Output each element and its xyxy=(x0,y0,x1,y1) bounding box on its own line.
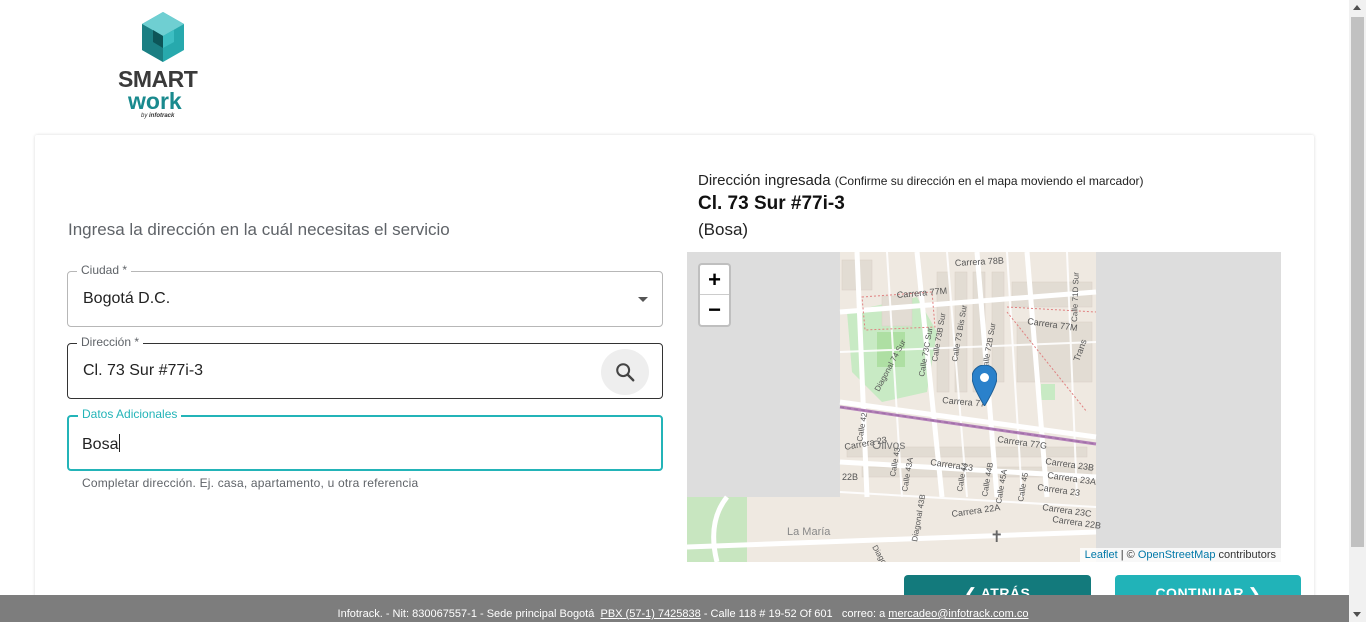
dropdown-arrow-icon[interactable] xyxy=(638,297,648,302)
address-heading: Dirección ingresada (Confirme su direcci… xyxy=(698,172,1144,189)
zoom-in-button[interactable]: + xyxy=(700,265,729,295)
entered-address: Cl. 73 Sur #77i-3 xyxy=(698,193,845,214)
city-value: Bogotá D.C. xyxy=(83,290,171,307)
text-caret xyxy=(119,434,121,452)
scrollbar-thumb[interactable] xyxy=(1351,17,1364,547)
extra-data-helper: Completar dirección. Ej. casa, apartamen… xyxy=(82,476,419,490)
address-value[interactable]: Cl. 73 Sur #77i-3 xyxy=(83,362,203,380)
entered-locality: (Bosa) xyxy=(698,220,749,239)
address-heading-note: (Confirme su dirección en el mapa movien… xyxy=(834,174,1144,188)
smartwork-logo[interactable]: SMART work by infotrack xyxy=(115,10,210,122)
map-tiles[interactable]: Carrera 78B Carrera 77M Carrera 77M Carr… xyxy=(687,252,1281,562)
logo-by: by xyxy=(141,113,148,119)
footer-email-link[interactable]: mercadeo@infotrack.com.co xyxy=(888,608,1028,620)
church-icon: ✝ xyxy=(990,529,1003,546)
scroll-up-icon[interactable] xyxy=(1353,5,1361,10)
attribution-contributors: contributors xyxy=(1215,549,1276,561)
extra-data-label: Datos Adicionales xyxy=(78,407,182,421)
page: SMART work by infotrack Ingresa la direc… xyxy=(0,0,1366,622)
city-select[interactable]: Ciudad * Bogotá D.C. xyxy=(67,263,663,327)
map-label: Olivos xyxy=(872,438,905,452)
map-attribution: Leaflet | © OpenStreetMap contributors xyxy=(1079,548,1281,562)
attribution-separator: | © xyxy=(1117,549,1138,561)
footer-phone-link[interactable]: PBX (57-1) 7425838 xyxy=(600,608,700,620)
logo-byline: by infotrack xyxy=(141,113,174,119)
zoom-out-button[interactable]: − xyxy=(700,295,729,325)
scroll-down-icon[interactable] xyxy=(1353,612,1361,617)
extra-data-field[interactable]: Datos Adicionales Bosa xyxy=(67,407,663,471)
map-label: 22B xyxy=(842,472,858,482)
osm-link[interactable]: OpenStreetMap xyxy=(1138,549,1216,561)
extra-data-value[interactable]: Bosa xyxy=(82,434,121,454)
map-label: La María xyxy=(787,526,831,538)
form-intro: Ingresa la dirección en la cuál necesita… xyxy=(68,220,450,239)
address-field[interactable]: Dirección * Cl. 73 Sur #77i-3 xyxy=(67,335,663,399)
address-label: Dirección * xyxy=(77,335,144,349)
location-marker-icon[interactable] xyxy=(972,365,997,406)
leaflet-link[interactable]: Leaflet xyxy=(1085,549,1118,561)
footer-address-text: - Calle 118 # 19-52 Of 601 correo: a xyxy=(700,608,889,620)
address-map[interactable]: Carrera 78B Carrera 77M Carrera 77M Carr… xyxy=(687,252,1281,562)
search-button[interactable] xyxy=(601,349,649,395)
logo-mark-icon xyxy=(142,12,184,62)
page-scrollbar[interactable] xyxy=(1349,0,1366,622)
logo-company: infotrack xyxy=(149,113,175,119)
map-zoom-control: + − xyxy=(698,263,731,327)
footer-company-text: Infotrack. - Nit: 830067557-1 - Sede pri… xyxy=(337,608,595,620)
address-heading-text: Dirección ingresada xyxy=(698,172,831,189)
extra-data-text: Bosa xyxy=(82,436,119,453)
map-label: Calle 71D Sur xyxy=(1070,272,1081,322)
footer: Infotrack. - Nit: 830067557-1 - Sede pri… xyxy=(0,595,1366,622)
search-icon xyxy=(616,363,635,382)
city-label: Ciudad * xyxy=(77,263,132,277)
logo-work-text: work xyxy=(128,88,182,114)
